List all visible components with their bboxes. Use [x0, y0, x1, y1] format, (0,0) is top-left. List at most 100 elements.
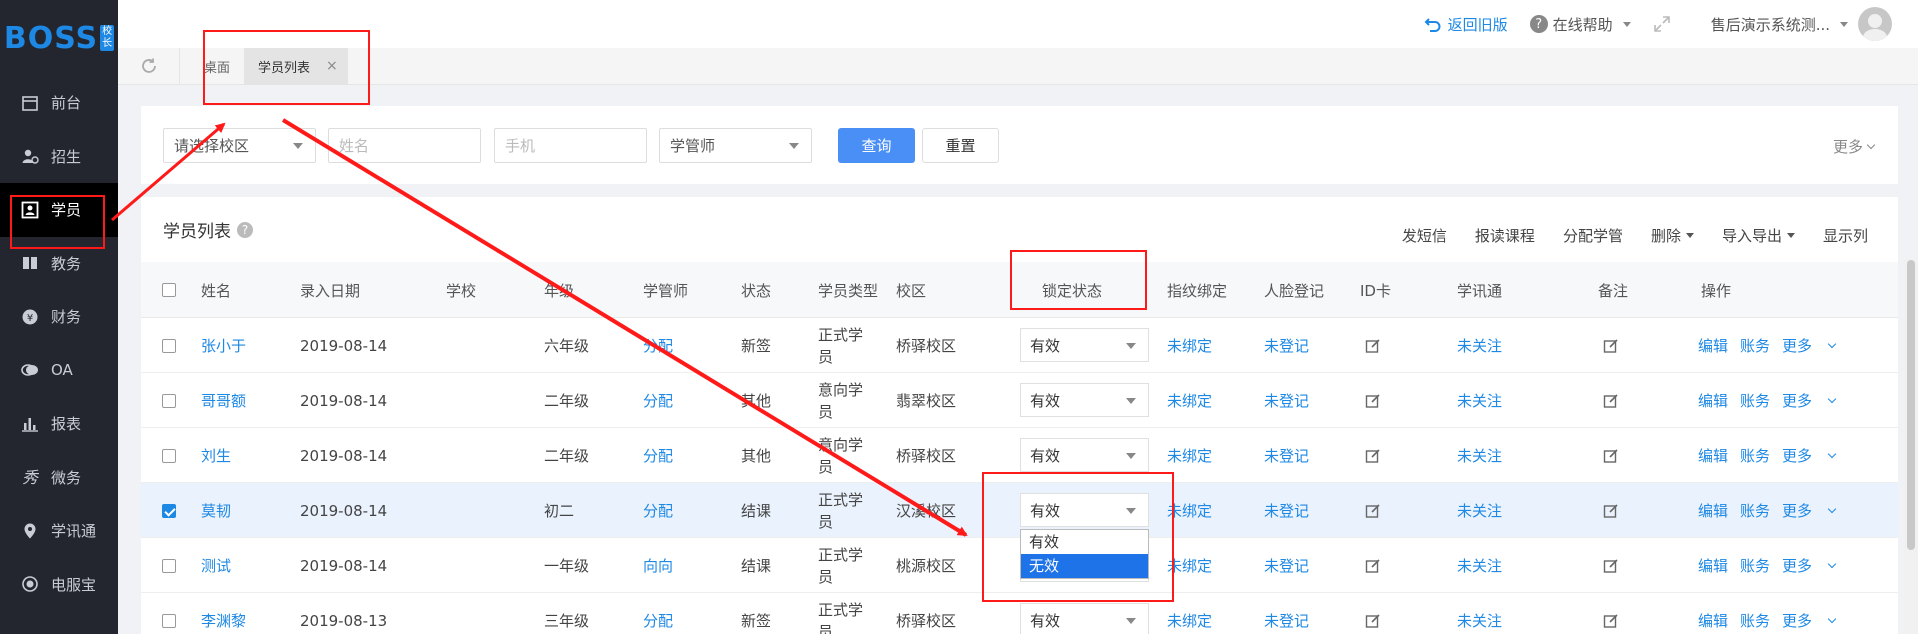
student-name-link[interactable]: 张小于	[201, 318, 246, 373]
face-register-link[interactable]: 未登记	[1264, 373, 1309, 428]
phone-input[interactable]: 手机	[494, 128, 647, 163]
account-link[interactable]: 账务	[1740, 390, 1770, 411]
import-export-menu[interactable]: 导入导出	[1722, 225, 1795, 246]
wechat-follow-link[interactable]: 未关注	[1457, 428, 1502, 483]
edit-link[interactable]: 编辑	[1698, 445, 1728, 466]
student-name-link[interactable]: 李渊黎	[201, 593, 246, 634]
table-row[interactable]: 刘生 2019-08-14 二年级 分配 其他 意向学员 桥驿校区 有效 未绑定 未登记 未关注 编辑…	[141, 428, 1898, 483]
select-all-checkbox[interactable]	[162, 283, 176, 297]
more-filters-toggle[interactable]: 更多	[1833, 136, 1876, 157]
lock-status-select[interactable]: 有效	[1020, 383, 1149, 417]
sidebar-item-1[interactable]: 招生	[0, 130, 118, 184]
manager-link[interactable]: 分配	[643, 318, 673, 373]
delete-menu[interactable]: 删除	[1651, 225, 1694, 246]
sidebar-item-9[interactable]: 电服宝	[0, 558, 118, 612]
student-name-link[interactable]: 刘生	[201, 428, 231, 483]
refresh-button[interactable]	[118, 47, 180, 85]
enroll-course-button[interactable]: 报读课程	[1475, 225, 1535, 246]
row-checkbox[interactable]	[162, 449, 176, 463]
face-register-link[interactable]: 未登记	[1264, 318, 1309, 373]
send-sms-button[interactable]: 发短信	[1402, 225, 1447, 246]
wechat-follow-link[interactable]: 未关注	[1457, 593, 1502, 634]
student-name-link[interactable]: 哥哥额	[201, 373, 246, 428]
wechat-follow-link[interactable]: 未关注	[1457, 483, 1502, 538]
face-register-link[interactable]: 未登记	[1264, 483, 1309, 538]
fingerprint-bind-link[interactable]: 未绑定	[1167, 538, 1212, 593]
idcard-edit-icon[interactable]	[1365, 373, 1381, 428]
sidebar-item-2[interactable]: 学员	[0, 183, 118, 237]
lock-status-select[interactable]: 有效	[1020, 603, 1149, 634]
more-ops-menu[interactable]: 更多	[1782, 390, 1847, 411]
idcard-edit-icon[interactable]	[1365, 428, 1381, 483]
sidebar-item-0[interactable]: 前台	[0, 76, 118, 130]
display-columns-button[interactable]: 显示列	[1823, 225, 1868, 246]
lock-status-select[interactable]: 有效	[1020, 328, 1149, 362]
manager-select[interactable]: 学管师	[659, 128, 812, 163]
manager-link[interactable]: 分配	[643, 428, 673, 483]
name-input[interactable]: 姓名	[328, 128, 481, 163]
fingerprint-bind-link[interactable]: 未绑定	[1167, 593, 1212, 634]
more-ops-menu[interactable]: 更多	[1782, 500, 1847, 521]
dropdown-option-valid[interactable]: 有效	[1021, 530, 1148, 554]
wechat-follow-link[interactable]: 未关注	[1457, 538, 1502, 593]
table-row[interactable]: 李渊黎 2019-08-13 三年级 分配 新签 正式学员 桥驿校区 有效 未绑定 未登记 未关注 编…	[141, 593, 1898, 634]
edit-link[interactable]: 编辑	[1698, 500, 1728, 521]
fingerprint-bind-link[interactable]: 未绑定	[1167, 428, 1212, 483]
idcard-edit-icon[interactable]	[1365, 483, 1381, 538]
avatar[interactable]	[1858, 7, 1892, 41]
wechat-follow-link[interactable]: 未关注	[1457, 318, 1502, 373]
query-button[interactable]: 查询	[838, 128, 915, 163]
student-name-link[interactable]: 莫韧	[201, 483, 231, 538]
sidebar-item-4[interactable]: ¥ 财务	[0, 290, 118, 344]
edit-link[interactable]: 编辑	[1698, 555, 1728, 576]
table-row[interactable]: 张小于 2019-08-14 六年级 分配 新签 正式学员 桥驿校区 有效 未绑定 未登记 未关注 编…	[141, 318, 1898, 373]
remark-edit-icon[interactable]	[1603, 428, 1619, 483]
scrollbar-thumb[interactable]	[1907, 260, 1915, 550]
brand-logo[interactable]: BOSS 校长	[0, 0, 118, 76]
table-row[interactable]: 哥哥额 2019-08-14 二年级 分配 其他 意向学员 翡翠校区 有效 未绑定 未登记 未关注 编…	[141, 373, 1898, 428]
tab-desk[interactable]: 桌面	[190, 48, 244, 85]
sidebar-item-6[interactable]: 报表	[0, 397, 118, 451]
face-register-link[interactable]: 未登记	[1264, 538, 1309, 593]
row-checkbox[interactable]	[162, 559, 176, 573]
sidebar-item-7[interactable]: 秀微务	[0, 451, 118, 505]
remark-edit-icon[interactable]	[1603, 593, 1619, 634]
account-link[interactable]: 账务	[1740, 445, 1770, 466]
account-link[interactable]: 账务	[1740, 500, 1770, 521]
sidebar-item-8[interactable]: 学讯通	[0, 504, 118, 558]
manager-link[interactable]: 分配	[643, 373, 673, 428]
idcard-edit-icon[interactable]	[1365, 593, 1381, 634]
row-checkbox[interactable]	[162, 339, 176, 353]
more-ops-menu[interactable]: 更多	[1782, 335, 1847, 356]
manager-link[interactable]: 分配	[643, 593, 673, 634]
row-checkbox[interactable]	[162, 504, 176, 518]
remark-edit-icon[interactable]	[1603, 318, 1619, 373]
fullscreen-button[interactable]	[1653, 15, 1671, 33]
row-checkbox[interactable]	[162, 614, 176, 628]
account-link[interactable]: 账务	[1740, 335, 1770, 356]
manager-link[interactable]: 向向	[643, 538, 673, 593]
fingerprint-bind-link[interactable]: 未绑定	[1167, 483, 1212, 538]
sidebar-item-5[interactable]: OA	[0, 344, 118, 398]
manager-link[interactable]: 分配	[643, 483, 673, 538]
edit-link[interactable]: 编辑	[1698, 390, 1728, 411]
lock-status-select[interactable]: 有效	[1020, 493, 1149, 527]
edit-link[interactable]: 编辑	[1698, 335, 1728, 356]
more-ops-menu[interactable]: 更多	[1782, 610, 1847, 631]
more-ops-menu[interactable]: 更多	[1782, 555, 1847, 576]
user-menu[interactable]: 售后演示系统测...	[1711, 7, 1892, 41]
fingerprint-bind-link[interactable]: 未绑定	[1167, 373, 1212, 428]
sidebar-item-3[interactable]: 教务	[0, 237, 118, 291]
edit-link[interactable]: 编辑	[1698, 610, 1728, 631]
account-link[interactable]: 账务	[1740, 610, 1770, 631]
close-icon[interactable]: ×	[326, 58, 338, 74]
help-icon[interactable]: ?	[237, 221, 253, 238]
more-ops-menu[interactable]: 更多	[1782, 445, 1847, 466]
idcard-edit-icon[interactable]	[1365, 318, 1381, 373]
remark-edit-icon[interactable]	[1603, 538, 1619, 593]
dropdown-option-invalid[interactable]: 无效	[1021, 554, 1148, 578]
row-checkbox[interactable]	[162, 394, 176, 408]
fingerprint-bind-link[interactable]: 未绑定	[1167, 318, 1212, 373]
lock-status-select[interactable]: 有效	[1020, 438, 1149, 472]
account-link[interactable]: 账务	[1740, 555, 1770, 576]
